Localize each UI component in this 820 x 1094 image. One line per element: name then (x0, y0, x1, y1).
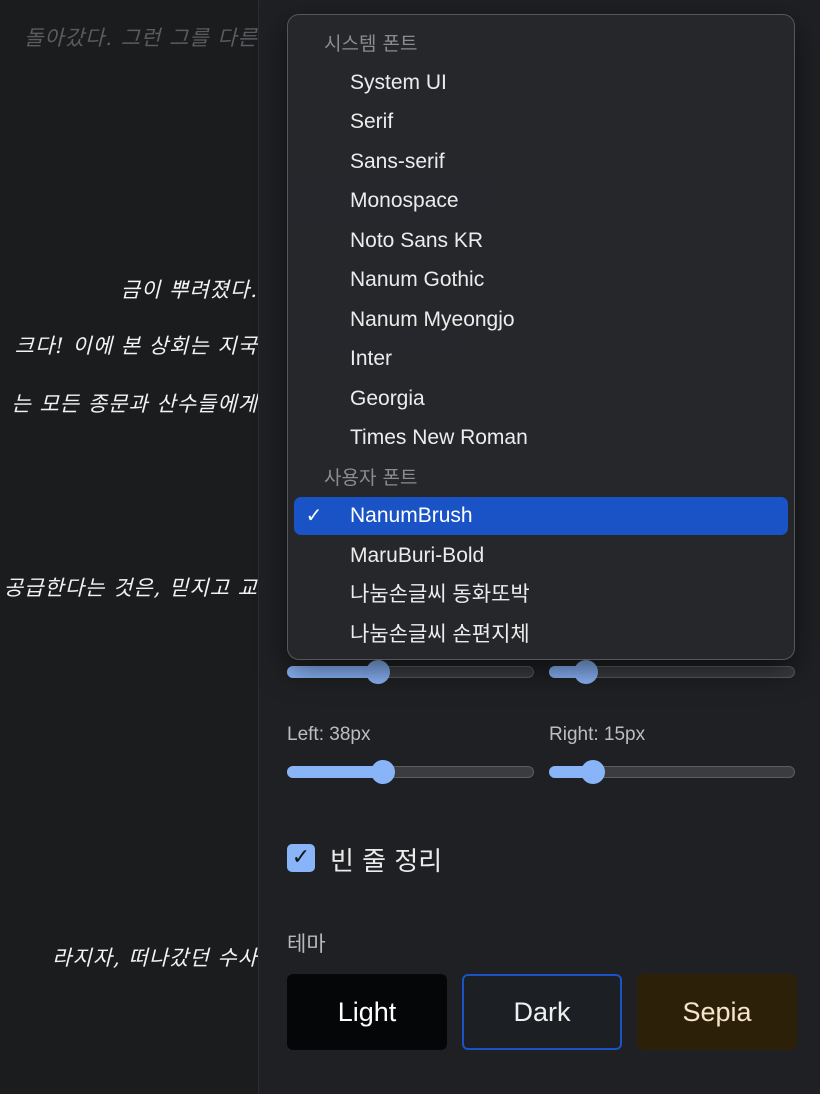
font-family-dropdown[interactable]: 시스템 폰트 System UI Serif Sans-serif Monosp… (287, 14, 795, 660)
font-option-nanum-myeongjo[interactable]: Nanum Myeongjo (294, 301, 788, 339)
font-option-system-ui[interactable]: System UI (294, 64, 788, 102)
reader-line: 는 모든 종문과 산수들에게 (11, 392, 258, 416)
reader-pane: 돌아갔다. 그런 그를 다른 금이 뿌려졌다. 크다! 이에 본 상회는 지국 … (0, 0, 258, 1094)
slider-fill (287, 666, 379, 678)
theme-light-button[interactable]: Light (287, 974, 447, 1050)
reader-line: 크다! 이에 본 상회는 지국 (14, 334, 258, 358)
font-option-nanumbrush[interactable]: ✓ NanumBrush (294, 497, 788, 535)
remove-blank-lines-checkbox[interactable]: ✓ (287, 844, 315, 872)
reader-line: 돌아갔다. 그런 그를 다른 (24, 26, 258, 50)
font-option-nanum-donghwa[interactable]: 나눔손글씨 동화또박 (294, 576, 788, 614)
font-option-sans-serif[interactable]: Sans-serif (294, 143, 788, 181)
reader-line: 라지자, 떠나갔던 수사 (52, 946, 258, 970)
font-option-serif[interactable]: Serif (294, 103, 788, 141)
font-option-noto-sans-kr[interactable]: Noto Sans KR (294, 222, 788, 260)
reader-line: 금이 뿌려졌다. (120, 278, 258, 302)
checkmark-icon: ✓ (291, 845, 311, 870)
left-margin-label: Left: 38px (287, 724, 371, 745)
left-margin-slider[interactable] (287, 760, 534, 784)
system-fonts-group-header: 시스템 폰트 (324, 33, 418, 55)
top-left-slider[interactable] (287, 660, 534, 684)
font-option-label: NanumBrush (350, 504, 473, 527)
checkmark-icon: ✓ (305, 505, 323, 527)
slider-fill (287, 766, 384, 778)
font-option-georgia[interactable]: Georgia (294, 380, 788, 418)
font-option-maruburi-bold[interactable]: MaruBuri-Bold (294, 537, 788, 575)
slider-thumb[interactable] (573, 660, 598, 684)
font-option-times-new-roman[interactable]: Times New Roman (294, 419, 788, 457)
top-right-slider[interactable] (549, 660, 795, 684)
reader-line: 공급한다는 것은, 믿지고 교 (3, 576, 258, 600)
right-margin-label: Right: 15px (549, 724, 646, 745)
right-margin-slider[interactable] (549, 760, 795, 784)
theme-dark-button[interactable]: Dark (462, 974, 622, 1050)
theme-sepia-button[interactable]: Sepia (637, 974, 797, 1050)
font-option-nanum-gothic[interactable]: Nanum Gothic (294, 261, 788, 299)
font-option-nanum-sonpyeonji[interactable]: 나눔손글씨 손편지체 (294, 616, 788, 654)
font-option-inter[interactable]: Inter (294, 340, 788, 378)
font-option-monospace[interactable]: Monospace (294, 182, 788, 220)
theme-section-label: 테마 (287, 932, 326, 956)
user-fonts-group-header: 사용자 폰트 (324, 467, 418, 489)
remove-blank-lines-label: 빈 줄 정리 (330, 847, 443, 877)
